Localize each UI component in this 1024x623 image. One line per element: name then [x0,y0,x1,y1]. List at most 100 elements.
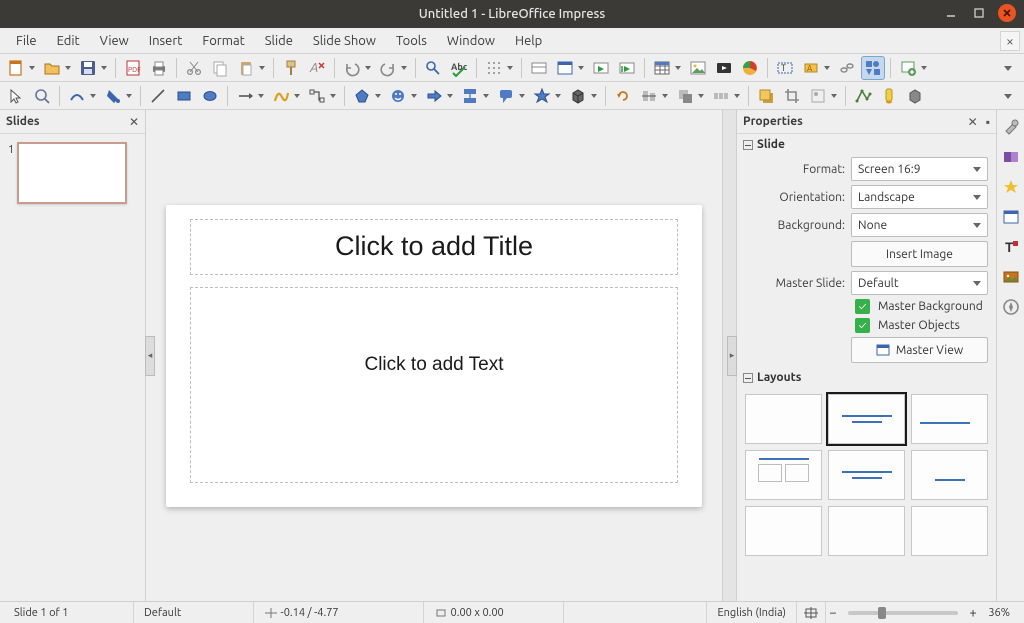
rail-styles-icon[interactable]: T [1000,236,1022,258]
rail-master-slides-icon[interactable] [1000,206,1022,228]
shadow-button[interactable] [754,84,778,108]
master-slide-button[interactable] [553,56,587,80]
rail-slide-transition-icon[interactable] [1000,146,1022,168]
connector-tool[interactable] [305,84,339,108]
line-tool[interactable] [146,84,170,108]
zoom-tool[interactable] [30,84,54,108]
insert-chart-button[interactable] [738,56,762,80]
clone-formatting-button[interactable] [279,56,303,80]
flowchart-tool[interactable] [458,84,492,108]
spellcheck-button[interactable]: Abc [447,56,471,80]
open-button[interactable] [40,56,74,80]
insert-image-button[interactable]: Insert Image [851,241,988,267]
orientation-select[interactable]: Landscape [851,185,988,209]
crop-button[interactable] [780,84,804,108]
layout-extra-3[interactable] [911,506,988,556]
rail-gallery-icon[interactable] [1000,266,1022,288]
menu-window[interactable]: Window [437,31,505,51]
properties-close-icon[interactable]: ✕ [968,115,978,129]
symbol-shapes-tool[interactable] [386,84,420,108]
menu-tools[interactable]: Tools [386,31,437,51]
find-replace-button[interactable] [421,56,445,80]
insert-table-button[interactable] [650,56,684,80]
menu-file[interactable]: File [6,31,47,51]
master-view-button[interactable]: Master View [851,337,988,363]
select-tool[interactable] [4,84,28,108]
collapse-icon[interactable] [743,140,753,150]
zoom-in-button[interactable]: + [966,606,980,620]
menu-slideshow[interactable]: Slide Show [303,31,386,51]
master-background-checkbox[interactable]: ✓ [855,299,870,314]
arrow-tool[interactable] [233,84,267,108]
start-current-button[interactable] [615,56,639,80]
background-select[interactable]: None [851,213,988,237]
display-views-button[interactable] [527,56,551,80]
menu-insert[interactable]: Insert [139,31,193,51]
text-placeholder[interactable]: Click to add Text [190,287,678,483]
menu-help[interactable]: Help [505,31,552,51]
layout-two-content[interactable] [745,450,822,500]
ellipse-tool[interactable] [198,84,222,108]
insert-hyperlink-button[interactable] [835,56,859,80]
layout-extra-2[interactable] [828,506,905,556]
export-pdf-button[interactable]: PDF [121,56,145,80]
properties-dock-icon[interactable]: ▪ [986,115,990,129]
collapse-icon[interactable] [743,373,753,383]
layout-title-only[interactable] [911,394,988,444]
stars-tool[interactable] [530,84,564,108]
layout-extra-1[interactable] [745,506,822,556]
new-slide-button[interactable] [896,56,930,80]
rail-navigator-icon[interactable] [1000,296,1022,318]
sidebar-close-tab[interactable]: × [1000,31,1020,51]
line-color-button[interactable] [65,84,99,108]
distribute-button[interactable] [709,84,743,108]
menu-edit[interactable]: Edit [47,31,90,51]
slide-canvas[interactable]: Click to add Title Click to add Text [166,205,702,507]
insert-image-button[interactable] [686,56,710,80]
save-button[interactable] [76,56,110,80]
slide-thumb[interactable]: 1 [8,142,137,204]
block-arrows-tool[interactable] [422,84,456,108]
insert-fontwork-button[interactable]: A [799,56,833,80]
extrusion-button[interactable] [903,84,927,108]
rectangle-tool[interactable] [172,84,196,108]
minimize-button[interactable] [942,4,960,22]
undo-button[interactable] [340,56,374,80]
rail-animation-icon[interactable] [1000,176,1022,198]
clear-formatting-button[interactable]: A [305,56,329,80]
3d-objects-tool[interactable] [566,84,600,108]
close-button[interactable] [998,4,1016,22]
cut-button[interactable] [182,56,206,80]
drawing-toolbar-overflow[interactable] [996,84,1020,108]
layout-blank[interactable] [745,394,822,444]
callout-tool[interactable] [494,84,528,108]
insert-av-button[interactable] [712,56,736,80]
gluepoints-tool[interactable] [877,84,901,108]
title-placeholder[interactable]: Click to add Title [190,219,678,275]
filter-button[interactable] [806,84,840,108]
insert-textbox-button[interactable]: T [773,56,797,80]
points-tool[interactable] [851,84,875,108]
menu-format[interactable]: Format [192,31,254,51]
layout-centered[interactable] [911,450,988,500]
toolbar-overflow-button[interactable] [996,56,1020,80]
fill-color-button[interactable] [101,84,135,108]
right-splitter-handle[interactable]: ▸ [727,336,737,376]
master-objects-checkbox[interactable]: ✓ [855,318,870,333]
print-button[interactable] [147,56,171,80]
slides-panel-close-icon[interactable]: ✕ [129,115,139,129]
redo-button[interactable] [376,56,410,80]
show-draw-functions-button[interactable] [861,56,885,80]
display-grid-button[interactable] [482,56,516,80]
basic-shapes-tool[interactable] [350,84,384,108]
menu-slide[interactable]: Slide [255,31,303,51]
align-objects-button[interactable] [637,84,671,108]
format-select[interactable]: Screen 16:9 [851,157,988,181]
status-language[interactable]: English (India) [707,602,797,623]
zoom-out-button[interactable]: − [826,606,840,620]
paste-button[interactable] [234,56,268,80]
start-beginning-button[interactable] [589,56,613,80]
fit-slide-button[interactable] [797,602,826,623]
maximize-button[interactable] [970,4,988,22]
master-slide-select[interactable]: Default [851,271,988,295]
